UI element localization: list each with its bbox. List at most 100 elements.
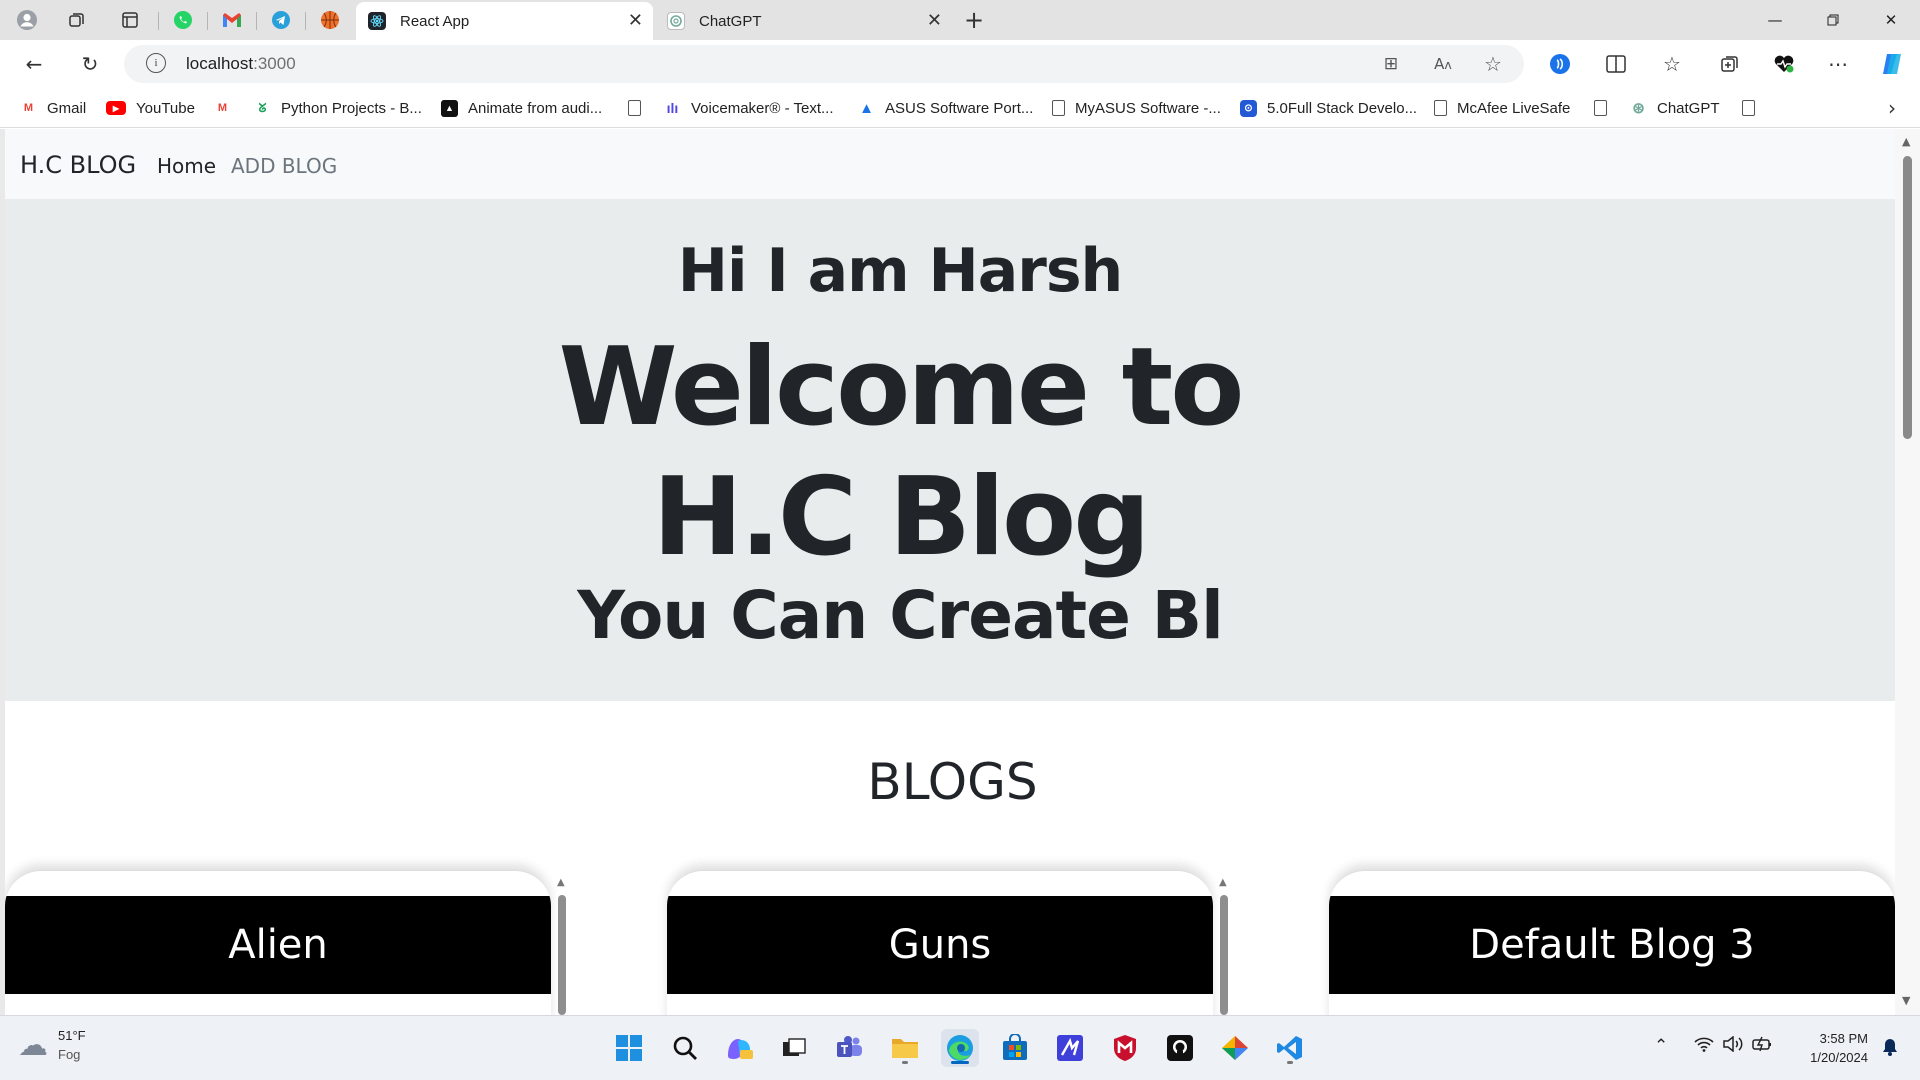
scroll-up-icon[interactable]: ▲ (1902, 135, 1910, 148)
copilot-icon[interactable] (1876, 48, 1908, 80)
nav-link-add-blog[interactable]: ADD BLOG (231, 154, 337, 178)
bookmark-myasus[interactable]: MyASUS Software -... (1052, 98, 1221, 118)
tab-title: ChatGPT (699, 12, 762, 30)
refresh-icon[interactable]: ↻ (74, 48, 106, 80)
task-view-icon[interactable] (775, 1029, 813, 1067)
url-text[interactable]: localhost:3000 (186, 54, 296, 74)
animate-app-icon: ▲ (441, 99, 458, 117)
tab-title: React App (400, 12, 470, 30)
bookmark-fullstack[interactable]: ⊙ 5.0Full Stack Develo... (1240, 98, 1417, 118)
read-aloud-icon[interactable]: Aʌ (1430, 51, 1456, 77)
document-icon (1594, 100, 1607, 116)
pinned-tab-telegram-icon[interactable] (267, 6, 295, 34)
close-tab-icon[interactable]: ✕ (628, 10, 643, 31)
extension-icon[interactable] (1544, 48, 1576, 80)
tab-react-app[interactable]: React App ✕ (356, 2, 653, 40)
bookmark-document-1[interactable] (628, 98, 641, 118)
colorful-app-icon[interactable] (1216, 1029, 1254, 1067)
tab-actions-icon[interactable] (116, 6, 144, 34)
nav-link-home[interactable]: Home (157, 154, 216, 178)
bookmark-gmail[interactable]: M Gmail (20, 98, 86, 118)
file-explorer-icon[interactable] (886, 1029, 924, 1067)
bookmark-chatgpt[interactable]: ⊛ ChatGPT (1630, 98, 1719, 118)
system-clock[interactable]: 3:58 PM 1/20/2024 (1810, 1029, 1868, 1067)
favorites-icon[interactable]: ☆ (1656, 48, 1688, 80)
weather-widget[interactable]: ☁ 51°F Fog (18, 1026, 86, 1064)
new-tab-icon[interactable]: + (960, 6, 988, 34)
notification-bell-icon[interactable] (1882, 1038, 1898, 1061)
document-icon (628, 100, 641, 116)
fog-cloud-icon: ☁ (18, 1027, 48, 1063)
blog-card-title: Default Blog 3 (1329, 896, 1895, 994)
site-navbar: H.C BLOG Home ADD BLOG (5, 129, 1900, 199)
profile-icon[interactable] (13, 6, 41, 34)
pinned-tab-basketball-icon[interactable] (316, 6, 344, 34)
microsoft-store-icon[interactable] (996, 1029, 1034, 1067)
teams-icon[interactable] (830, 1029, 868, 1067)
github-icon[interactable] (1161, 1029, 1199, 1067)
hero-welcome-line-1: Welcome to (558, 325, 1245, 450)
bookmark-gmail-2[interactable]: M (214, 98, 241, 118)
blog-card-scrollbar[interactable]: ▲ (555, 877, 569, 1015)
bookmark-voicemaker[interactable]: ılı Voicemaker® - Text... (664, 98, 834, 118)
start-icon[interactable] (610, 1029, 648, 1067)
document-icon (1052, 100, 1065, 116)
autodesk-app-icon[interactable] (1051, 1029, 1089, 1067)
hero-typing-subtitle: You Can Create Bl (577, 577, 1223, 654)
address-bar[interactable]: i localhost:3000 ⊞ Aʌ ☆ (124, 45, 1524, 83)
scroll-thumb[interactable] (1903, 156, 1912, 439)
geeksforgeeks-icon: ᘜ (258, 100, 267, 115)
navbar-brand[interactable]: H.C BLOG (20, 151, 136, 179)
blog-card-scrollbar[interactable]: ▲ (1217, 877, 1231, 1015)
app-available-icon[interactable]: ⊞ (1378, 51, 1404, 77)
pinned-tab-gmail-icon[interactable] (218, 6, 246, 34)
bookmark-mcafee[interactable]: McAfee LiveSafe (1434, 98, 1570, 118)
tab-chatgpt[interactable]: ChatGPT ✕ (655, 2, 952, 40)
browser-essentials-icon[interactable] (1768, 48, 1800, 80)
battery-charging-icon[interactable] (1752, 1036, 1774, 1057)
weather-condition: Fog (58, 1047, 81, 1062)
page-scrollbar[interactable]: ▲ ▼ (1895, 129, 1920, 1015)
bookmark-youtube[interactable]: ▶ YouTube (106, 98, 195, 118)
site-info-icon[interactable]: i (146, 53, 166, 73)
back-icon[interactable]: ← (18, 48, 50, 80)
split-screen-icon[interactable] (1600, 48, 1632, 80)
copilot-preview-icon[interactable] (720, 1029, 758, 1067)
youtube-icon: ▶ (106, 101, 126, 115)
mcafee-icon[interactable] (1106, 1029, 1144, 1067)
volume-icon[interactable] (1722, 1035, 1744, 1057)
blog-card[interactable]: Default Blog 3 (1329, 870, 1895, 1015)
bookmark-python-projects[interactable]: ᘜ Python Projects - B... (254, 98, 422, 118)
wifi-icon[interactable] (1694, 1036, 1714, 1057)
bookmark-document-2[interactable] (1594, 98, 1607, 118)
restore-icon[interactable] (1810, 0, 1856, 40)
workspaces-icon[interactable] (63, 6, 91, 34)
collections-icon[interactable] (1714, 48, 1746, 80)
blog-card[interactable]: Alien (5, 870, 551, 1015)
page-viewport: H.C BLOG Home ADD BLOG Hi I am Harsh Wel… (0, 129, 1920, 1015)
chatgpt-logo-icon (667, 12, 685, 30)
pinned-tab-whatsapp-icon[interactable] (169, 6, 197, 34)
show-hidden-icons-chevron-icon[interactable]: ⌃ (1654, 1036, 1668, 1056)
hero-greeting: Hi I am Harsh (677, 236, 1124, 306)
close-window-icon[interactable]: ✕ (1868, 0, 1914, 40)
document-icon (1434, 100, 1447, 116)
chatgpt-logo-icon: ⊛ (1632, 100, 1645, 117)
bookmark-animate-audio[interactable]: ▲ Animate from audi... (441, 98, 602, 118)
edge-browser-icon[interactable] (941, 1029, 979, 1067)
favorite-star-icon[interactable]: ☆ (1480, 51, 1506, 77)
browser-toolbar: ← ↻ i localhost:3000 ⊞ Aʌ ☆ ☆ ⋯ (0, 40, 1920, 88)
weather-temperature: 51°F (58, 1028, 86, 1043)
bookmark-document-3[interactable] (1742, 98, 1755, 118)
blog-card[interactable]: Guns (667, 870, 1213, 1015)
close-tab-icon[interactable]: ✕ (927, 10, 942, 31)
search-icon[interactable] (666, 1029, 704, 1067)
vscode-icon[interactable] (1271, 1029, 1309, 1067)
browser-tab-strip: React App ✕ ChatGPT ✕ + — ✕ (0, 0, 1920, 40)
scroll-down-icon[interactable]: ▼ (1902, 994, 1910, 1007)
blog-card-title: Alien (5, 896, 551, 994)
bookmark-asus-software[interactable]: ▲ ASUS Software Port... (858, 98, 1033, 118)
minimize-icon[interactable]: — (1752, 0, 1798, 40)
more-options-icon[interactable]: ⋯ (1822, 48, 1854, 80)
chevron-right-icon[interactable]: › (1888, 96, 1896, 120)
